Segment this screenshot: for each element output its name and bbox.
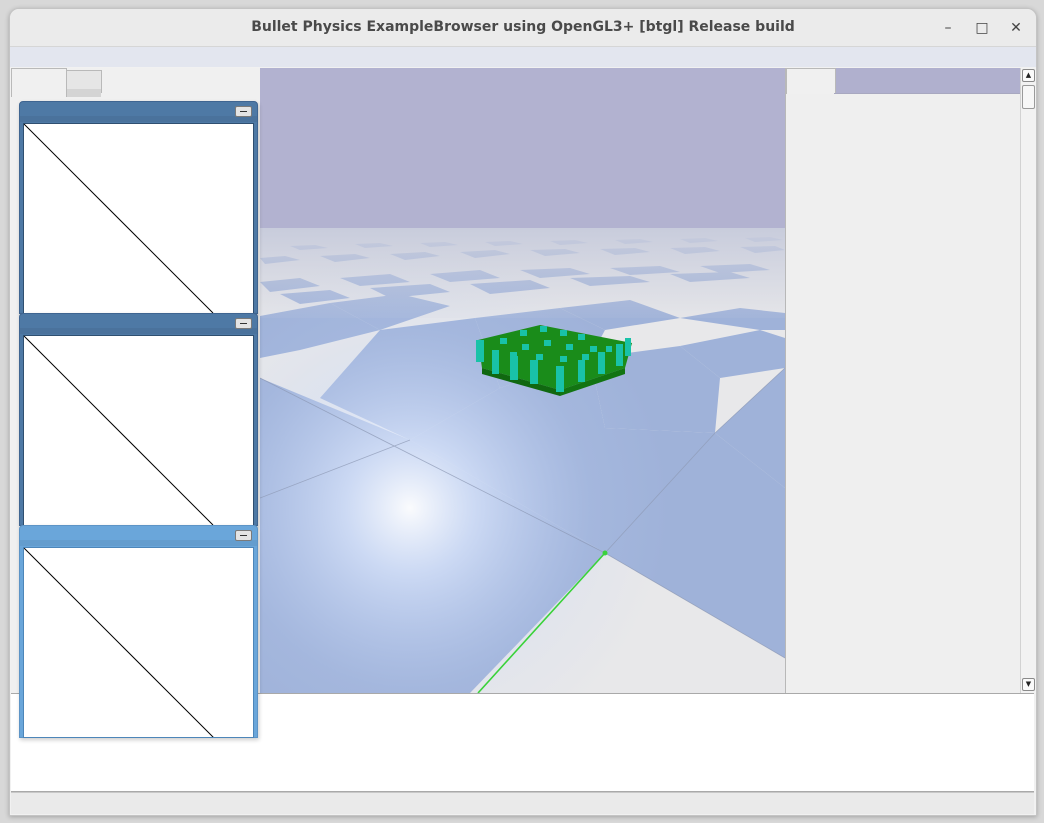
axis-origin (602, 550, 608, 556)
header-band (20, 328, 257, 334)
3d-viewport[interactable] (260, 68, 785, 693)
minimize-icon[interactable] (235, 530, 252, 541)
scroll-down-button[interactable]: ▼ (1022, 678, 1035, 691)
menu-bar (10, 47, 1036, 67)
texture-window-2[interactable] (19, 313, 258, 526)
texture-window-3[interactable] (19, 525, 258, 738)
title-bar[interactable]: Bullet Physics ExampleBrowser using Open… (10, 9, 1036, 47)
header-band (20, 540, 257, 546)
right-panel (785, 68, 1021, 693)
right-tab-bar (834, 68, 1021, 93)
sky (260, 68, 785, 230)
light-glow (260, 230, 785, 693)
minimize-icon[interactable] (235, 318, 252, 329)
vertical-scrollbar[interactable]: ▲ ▼ (1020, 68, 1036, 693)
minimize-button[interactable]: – (938, 18, 958, 38)
empty-texture-diagonal (24, 336, 214, 525)
subwindow-canvas (23, 547, 254, 738)
app-window: Bullet Physics ExampleBrowser using Open… (9, 8, 1037, 816)
left-tab-2[interactable] (66, 70, 102, 97)
empty-texture-diagonal (24, 124, 214, 313)
subwindow-header[interactable] (20, 314, 257, 334)
window-title: Bullet Physics ExampleBrowser using Open… (251, 19, 795, 35)
left-tab-1[interactable] (11, 68, 67, 97)
scroll-up-button[interactable]: ▲ (1022, 69, 1035, 82)
empty-texture-diagonal (24, 548, 214, 737)
status-bar (11, 792, 1034, 814)
subwindow-canvas (23, 335, 254, 526)
texture-window-1[interactable] (19, 101, 258, 314)
subwindow-canvas (23, 123, 254, 314)
minimize-icon[interactable] (235, 106, 252, 117)
close-button[interactable]: ✕ (1006, 18, 1026, 38)
scroll-thumb[interactable] (1022, 85, 1035, 109)
subwindow-header[interactable] (20, 526, 257, 546)
right-tab[interactable] (786, 68, 836, 94)
subwindow-header[interactable] (20, 102, 257, 122)
maximize-button[interactable]: □ (972, 18, 992, 38)
tab-strip (67, 89, 101, 97)
scene-canvas (260, 68, 785, 693)
header-band (20, 116, 257, 122)
right-tab-divider (834, 93, 1021, 94)
